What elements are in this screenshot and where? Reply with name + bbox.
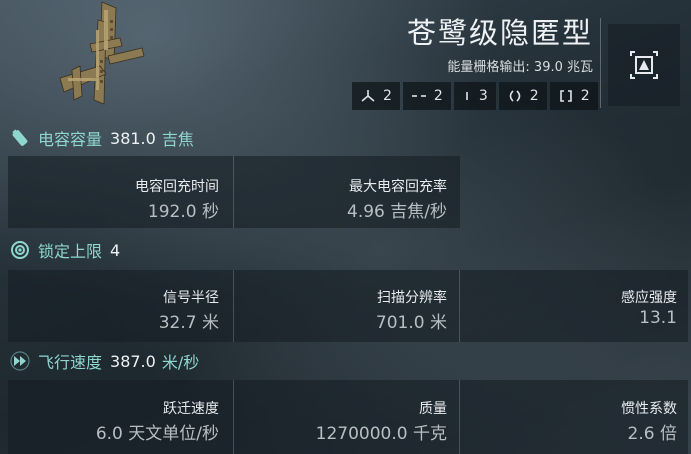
sensor-strength-label: 感应强度: [621, 290, 677, 306]
scan-resolution-label: 扫描分辨率: [377, 290, 447, 306]
targeting-panel: [8, 270, 688, 342]
fast-forward-icon: [10, 351, 30, 371]
capacitor-divider: [233, 156, 234, 228]
high-slot-icon: [361, 90, 375, 102]
launcher-hardpoint-icon: [466, 92, 468, 100]
capacitor-unit: 吉焦: [161, 130, 194, 149]
targeting-header: 锁定上限 4: [10, 238, 120, 262]
velocity-unit: 米/秒: [161, 353, 200, 372]
low-slot-count: 2: [580, 88, 590, 104]
target-lock-icon: [11, 241, 29, 259]
navigation-header: 飞行速度 387.0 米/秒: [10, 349, 199, 373]
mass-value: 1270000.0 千克: [315, 424, 447, 444]
capacitor-recharge-cell: 电容回充时间 192.0 秒: [135, 176, 219, 222]
slot-summary: 2 2 3 2 2: [352, 82, 598, 110]
ship-render: [59, 1, 145, 105]
navigation-divider-1: [233, 380, 234, 454]
sensor-strength-cell: 感应强度 13.1: [621, 287, 677, 328]
peak-recharge-label: 最大电容回充率: [349, 179, 447, 195]
velocity-label: 飞行速度: [38, 353, 103, 372]
capacitor-value: 381.0: [110, 128, 156, 148]
signature-radius-label: 信号半径: [163, 290, 219, 306]
warp-speed-value: 6.0 天文单位/秒: [95, 424, 219, 444]
inertia-cell: 惯性系数 2.6 倍: [621, 398, 677, 444]
capacitor-header: 电容容量 381.0 吉焦: [10, 126, 194, 150]
targeting-label: 锁定上限: [38, 242, 103, 261]
turret-hardpoint-icon: [411, 95, 426, 97]
targeting-divider-1: [233, 270, 234, 342]
turret-hardpoint-counter: 2: [402, 82, 451, 110]
ship-class-icon: [630, 51, 658, 79]
warp-speed-cell: 跃迁速度 6.0 天文单位/秒: [96, 398, 219, 444]
capacitor-peak-cell: 最大电容回充率 4.96 吉焦/秒: [347, 176, 447, 222]
title-divider: [600, 18, 601, 108]
inertia-value: 2.6 倍: [627, 424, 677, 444]
mass-label: 质量: [419, 401, 447, 417]
scan-resolution-value: 701.0 米: [375, 313, 447, 333]
capacitor-label: 电容容量: [38, 130, 103, 149]
signature-radius-value: 32.7 米: [158, 313, 219, 333]
ship-title-block: 苍鹭级隐匿型 能量栅格输出: 39.0 兆瓦: [407, 10, 593, 75]
ship-class-button[interactable]: [608, 24, 680, 106]
mass-cell: 质量 1270000.0 千克: [316, 398, 447, 444]
high-slot-count: 2: [383, 88, 392, 104]
peak-recharge-value: 4.96 吉焦/秒: [347, 202, 447, 222]
mid-slot-counter: 2: [498, 82, 547, 110]
power-grid-output: 能量栅格输出: 39.0 兆瓦: [447, 60, 593, 75]
velocity-value: 387.0: [110, 351, 156, 371]
recharge-time-label: 电容回充时间: [135, 179, 219, 195]
navigation-divider-2: [459, 380, 460, 454]
high-slot-counter: 2: [352, 82, 400, 110]
launcher-hardpoint-count: 3: [478, 88, 488, 104]
inertia-label: 惯性系数: [621, 401, 677, 417]
recharge-time-value: 192.0 秒: [147, 202, 219, 222]
capacitor-icon: [12, 129, 28, 146]
launcher-hardpoint-counter: 3: [453, 82, 496, 110]
turret-hardpoint-count: 2: [433, 88, 443, 104]
warp-speed-label: 跃迁速度: [163, 401, 219, 417]
sensor-strength-value: 13.1: [639, 308, 677, 328]
signature-radius-cell: 信号半径 32.7 米: [159, 287, 219, 333]
low-slot-counter: 2: [549, 82, 598, 110]
mid-slot-icon: [509, 90, 521, 102]
scan-resolution-cell: 扫描分辨率 701.0 米: [376, 287, 447, 333]
targeting-divider-2: [459, 270, 460, 342]
targeting-value: 4: [110, 240, 121, 260]
mid-slot-count: 2: [529, 88, 539, 104]
ship-name: 苍鹭级隐匿型: [406, 16, 593, 50]
low-slot-icon: [559, 90, 572, 102]
